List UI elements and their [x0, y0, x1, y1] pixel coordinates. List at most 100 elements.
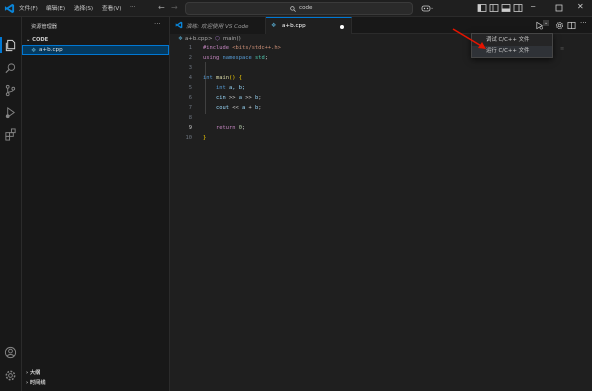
code-line-2: using namespace std;	[203, 55, 268, 61]
code-line-7: cout << a + b;	[203, 105, 261, 111]
tab-a-plus-b-cpp[interactable]: ❖ a+b.cpp	[266, 17, 352, 34]
tab-label: 演练: 欢迎使用 VS Code	[186, 24, 249, 30]
keyword: int	[203, 75, 213, 81]
cpp-file-icon: ❖	[271, 22, 277, 29]
outline-label: 大纲	[29, 370, 41, 376]
code-line-10: }	[203, 135, 206, 141]
maximize-icon[interactable]	[554, 3, 564, 13]
variable: a, b;	[228, 85, 246, 91]
file-name: a+b.cpp	[39, 47, 63, 53]
punctuation: ;	[241, 125, 246, 131]
file-item-a-plus-b[interactable]: ❖ a+b.cpp	[22, 45, 169, 55]
keyword: int	[215, 85, 226, 91]
cpp-file-icon: ❖	[31, 47, 37, 54]
punctuation: ;	[258, 105, 262, 111]
keyword: namespace	[222, 55, 252, 61]
outline-section[interactable]: › 大纲	[26, 369, 40, 376]
copilot-chevron-down-icon[interactable]: ⌄	[430, 5, 434, 11]
tab-welcome-walkthrough[interactable]: 演练: 欢迎使用 VS Code	[170, 17, 266, 34]
menu-more[interactable]: ···	[130, 4, 135, 10]
menu-selection[interactable]: 选择(S)	[74, 4, 93, 12]
folder-code[interactable]: ⌄ CODE	[26, 37, 48, 43]
breadcrumb-file[interactable]: a+b.cpp	[185, 36, 208, 42]
customize-layout-icon[interactable]	[513, 3, 523, 13]
run-dropdown-chevron-icon[interactable]: ⌄	[543, 20, 550, 26]
code-line-4: int main() {	[203, 75, 242, 81]
search-view-icon[interactable]	[4, 62, 17, 75]
close-icon[interactable]: ✕	[577, 2, 584, 11]
layout-panel-icon[interactable]	[501, 3, 511, 13]
tab-label: a+b.cpp	[282, 23, 306, 29]
operator: <<	[232, 105, 239, 111]
variable: a	[238, 95, 242, 101]
line-number: 10	[185, 135, 193, 141]
bracket: ()	[228, 75, 236, 81]
line-number: 5	[188, 85, 192, 91]
split-editor-icon[interactable]	[567, 21, 576, 30]
punctuation: ;	[264, 55, 268, 61]
active-view-indicator	[0, 37, 2, 53]
sidebar-title: 资源管理器	[31, 24, 57, 30]
run-debug-icon[interactable]	[4, 106, 17, 119]
function-name: main	[216, 75, 229, 81]
code-line-9: return 0;	[203, 125, 245, 131]
forward-arrow-icon[interactable]: →	[171, 3, 178, 12]
extensions-icon[interactable]	[4, 128, 17, 141]
code-line-1: #include <bits/stdc++.h>	[203, 45, 281, 51]
variable: cout	[215, 105, 229, 111]
back-arrow-icon[interactable]: ←	[158, 3, 165, 12]
operator: >>	[228, 95, 236, 101]
variable: cin	[215, 95, 226, 101]
minimap-slider-icon[interactable]: ≡	[560, 46, 564, 52]
activity-bar	[0, 17, 22, 391]
folder-label: CODE	[32, 37, 49, 43]
operator: +	[248, 105, 252, 111]
line-number: 8	[188, 115, 192, 121]
layout-panel-left-icon[interactable]	[477, 3, 487, 13]
breadcrumb-symbol[interactable]: main()	[223, 36, 241, 42]
breadcrumb-separator: >	[208, 36, 213, 42]
line-number: 1	[188, 45, 192, 51]
settings-gear-small-icon[interactable]	[555, 21, 564, 30]
editor-tab-bar: 演练: 欢迎使用 VS Code ❖ a+b.cpp ⌄ ···	[170, 17, 592, 34]
command-center-search[interactable]: code	[185, 2, 413, 15]
code-line-5: int a, b;	[203, 85, 245, 91]
keyword: using	[203, 55, 220, 61]
minimize-icon[interactable]: ─	[531, 3, 535, 11]
punctuation: ;	[258, 95, 262, 101]
line-number: 2	[188, 55, 192, 61]
menu-file[interactable]: 文件(F)	[19, 4, 38, 12]
keyword: return	[215, 125, 236, 131]
line-number: 7	[188, 105, 192, 111]
bracket: {	[238, 75, 242, 81]
operator: >>	[245, 95, 252, 101]
code-editor[interactable]: 1 2 3 4 5 6 7 8 9 10 #include <bits/stdc…	[170, 44, 592, 391]
accounts-icon[interactable]	[4, 346, 17, 359]
explorer-icon[interactable]	[4, 39, 17, 52]
menu-view[interactable]: 查看(V)	[102, 4, 121, 12]
more-actions-icon[interactable]: ···	[580, 19, 587, 27]
settings-gear-icon[interactable]	[4, 369, 17, 382]
variable: a	[241, 105, 246, 111]
title-bar: 文件(F) 编辑(E) 选择(S) 查看(V) ··· ← → code ⌄ ─…	[0, 0, 592, 17]
sidebar-more-actions-icon[interactable]: ···	[154, 20, 161, 28]
line-number: 3	[188, 65, 192, 71]
source-control-icon[interactable]	[4, 84, 17, 97]
vscode-tab-icon	[175, 21, 183, 29]
include-header: <bits/stdc++.h>	[232, 45, 281, 51]
vscode-logo-icon	[4, 3, 15, 14]
line-number: 4	[188, 75, 192, 81]
search-icon	[290, 6, 296, 12]
symbol-function-icon: ⬡	[215, 36, 220, 42]
timeline-section[interactable]: › 时间线	[26, 379, 46, 386]
command-center-text: code	[299, 5, 313, 11]
line-number: 6	[188, 95, 192, 101]
preprocessor-directive: #include	[203, 45, 229, 51]
timeline-label: 时间线	[29, 380, 46, 386]
menu-edit[interactable]: 编辑(E)	[46, 4, 65, 12]
cpp-file-icon: ❖	[178, 36, 183, 42]
unsaved-dot-icon[interactable]	[340, 25, 344, 29]
layout-sidebar-icon[interactable]	[489, 3, 499, 13]
namespace-name: std	[254, 55, 265, 61]
annotation-arrow-icon	[452, 28, 486, 49]
